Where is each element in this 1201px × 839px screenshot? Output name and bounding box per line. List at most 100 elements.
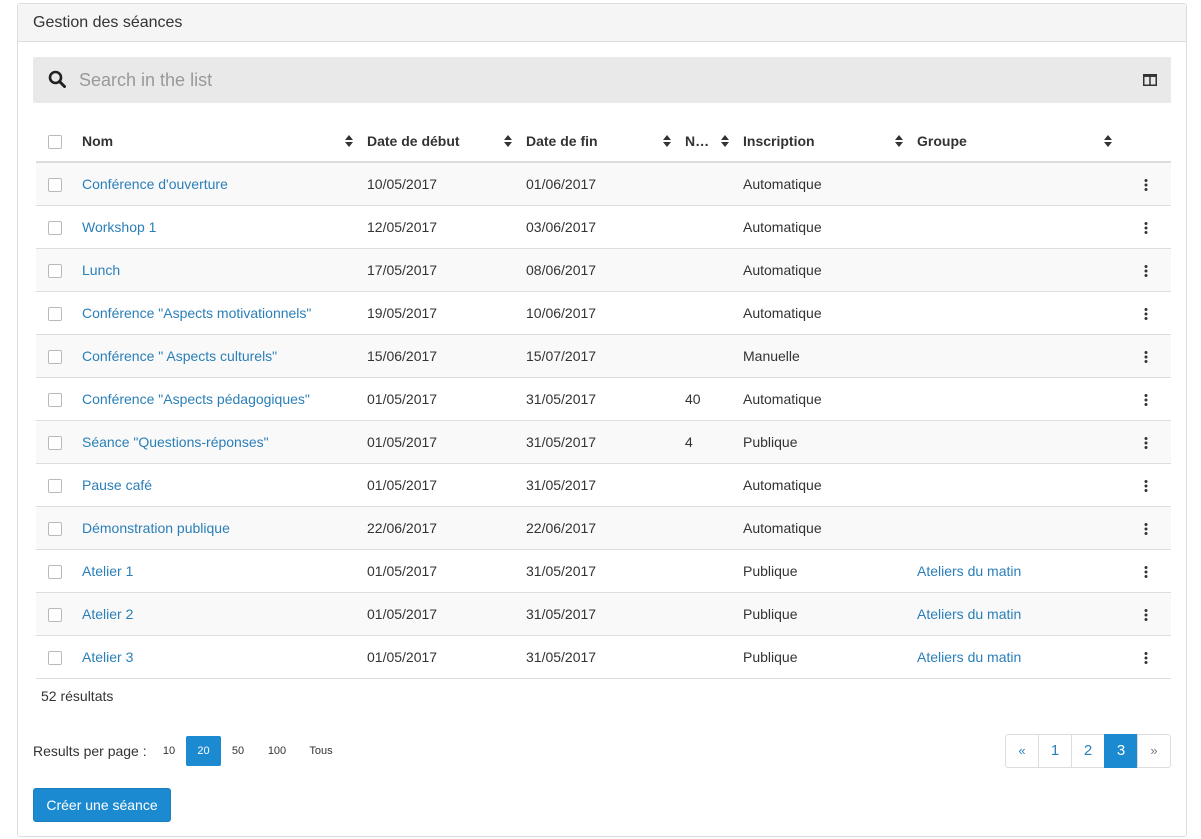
column-header-date-fin[interactable]: Date de fin — [520, 120, 679, 163]
end-date: 03/06/2017 — [520, 204, 679, 248]
pagination: « 1 2 3 » — [1005, 734, 1171, 768]
sort-icon[interactable] — [721, 135, 729, 147]
search-input[interactable] — [77, 65, 1117, 95]
column-header-groupe[interactable]: Groupe — [911, 120, 1120, 163]
start-date: 17/05/2017 — [361, 247, 520, 291]
kebab-menu-icon[interactable] — [1141, 565, 1151, 579]
kebab-menu-icon[interactable] — [1141, 608, 1151, 622]
kebab-menu-icon[interactable] — [1141, 307, 1151, 321]
n-value — [679, 204, 737, 248]
table-body: Conférence d'ouverture 10/05/2017 01/06/… — [36, 161, 1171, 679]
session-name-link[interactable]: Conférence "Aspects pédagogiques" — [82, 391, 310, 407]
row-checkbox[interactable] — [48, 521, 62, 536]
table-row: Conférence " Aspects culturels" 15/06/20… — [36, 333, 1171, 377]
end-date: 31/05/2017 — [520, 419, 679, 463]
inscription-value: Automatique — [737, 376, 911, 420]
column-label: Groupe — [917, 132, 967, 149]
sort-icon[interactable] — [663, 135, 671, 147]
row-checkbox[interactable] — [48, 306, 62, 321]
kebab-menu-icon[interactable] — [1141, 350, 1151, 364]
session-name-link[interactable]: Séance "Questions-réponses" — [82, 434, 269, 450]
per-page-option-10[interactable]: 10 — [159, 736, 179, 766]
create-session-button[interactable]: Créer une séance — [33, 788, 171, 822]
table-row: Séance "Questions-réponses" 01/05/2017 3… — [36, 419, 1171, 463]
group-link[interactable]: Ateliers du matin — [917, 563, 1021, 579]
pagination-prev[interactable]: « — [1005, 734, 1039, 768]
row-checkbox[interactable] — [48, 650, 62, 665]
pagination-page-1[interactable]: 1 — [1038, 734, 1072, 768]
session-name-link[interactable]: Conférence "Aspects motivationnels" — [82, 305, 311, 321]
group-link[interactable]: Ateliers du matin — [917, 606, 1021, 622]
row-checkbox[interactable] — [48, 177, 62, 192]
row-checkbox[interactable] — [48, 220, 62, 235]
column-label: Date de fin — [526, 132, 598, 149]
start-date: 15/06/2017 — [361, 333, 520, 377]
row-checkbox[interactable] — [48, 263, 62, 278]
session-name-link[interactable]: Conférence " Aspects culturels" — [82, 348, 277, 364]
kebab-menu-icon[interactable] — [1141, 479, 1151, 493]
start-date: 01/05/2017 — [361, 419, 520, 463]
columns-icon[interactable] — [1143, 74, 1157, 86]
session-name-link[interactable]: Pause café — [82, 477, 152, 493]
session-name-link[interactable]: Lunch — [82, 262, 120, 278]
inscription-value: Automatique — [737, 290, 911, 334]
inscription-value: Automatique — [737, 505, 911, 549]
session-name-link[interactable]: Démonstration publique — [82, 520, 230, 536]
sort-icon[interactable] — [1104, 135, 1112, 147]
session-name-link[interactable]: Atelier 1 — [82, 563, 133, 579]
kebab-menu-icon[interactable] — [1141, 522, 1151, 536]
n-value: 40 — [679, 376, 737, 420]
panel-title: Gestion des séances — [18, 4, 1186, 42]
inscription-value: Automatique — [737, 161, 911, 205]
row-checkbox[interactable] — [48, 435, 62, 450]
session-name-link[interactable]: Atelier 3 — [82, 649, 133, 665]
column-header-inscription[interactable]: Inscription — [737, 120, 911, 163]
column-header-date-debut[interactable]: Date de début — [361, 120, 520, 163]
column-header-n[interactable]: N… — [679, 120, 737, 163]
results-count: 52 résultats — [41, 688, 114, 704]
select-all-checkbox[interactable] — [48, 134, 62, 149]
n-value — [679, 591, 737, 635]
kebab-menu-icon[interactable] — [1141, 178, 1151, 192]
per-page-option-100[interactable]: 100 — [262, 736, 292, 766]
start-date: 01/05/2017 — [361, 548, 520, 592]
end-date: 31/05/2017 — [520, 548, 679, 592]
sort-icon[interactable] — [345, 135, 353, 147]
end-date: 31/05/2017 — [520, 634, 679, 679]
row-checkbox[interactable] — [48, 478, 62, 493]
sessions-panel: Gestion des séances Nom Da — [17, 3, 1187, 837]
per-page-option-20[interactable]: 20 — [186, 736, 221, 766]
kebab-menu-icon[interactable] — [1141, 651, 1151, 665]
column-label: N… — [685, 132, 710, 149]
start-date: 01/05/2017 — [361, 634, 520, 679]
n-value — [679, 634, 737, 679]
row-checkbox[interactable] — [48, 564, 62, 579]
sort-icon[interactable] — [504, 135, 512, 147]
session-name-link[interactable]: Conférence d'ouverture — [82, 176, 228, 192]
kebab-menu-icon[interactable] — [1141, 264, 1151, 278]
session-name-link[interactable]: Atelier 2 — [82, 606, 133, 622]
kebab-menu-icon[interactable] — [1141, 393, 1151, 407]
end-date: 31/05/2017 — [520, 591, 679, 635]
row-checkbox[interactable] — [48, 392, 62, 407]
pagination-next[interactable]: » — [1137, 734, 1171, 768]
select-all-cell — [36, 120, 76, 163]
kebab-menu-icon[interactable] — [1141, 221, 1151, 235]
session-name-link[interactable]: Workshop 1 — [82, 219, 156, 235]
per-page-option-50[interactable]: 50 — [227, 736, 249, 766]
row-checkbox[interactable] — [48, 349, 62, 364]
pagination-page-2[interactable]: 2 — [1071, 734, 1105, 768]
group-link[interactable]: Ateliers du matin — [917, 649, 1021, 665]
row-checkbox[interactable] — [48, 607, 62, 622]
end-date: 31/05/2017 — [520, 462, 679, 506]
n-value — [679, 462, 737, 506]
pagination-page-3[interactable]: 3 — [1104, 734, 1138, 768]
table-row: Atelier 3 01/05/2017 31/05/2017 Publique… — [36, 634, 1171, 679]
sort-icon[interactable] — [895, 135, 903, 147]
end-date: 22/06/2017 — [520, 505, 679, 549]
column-header-nom[interactable]: Nom — [76, 120, 361, 163]
actions-header — [1120, 120, 1171, 163]
per-page-option-tous[interactable]: Tous — [304, 736, 338, 766]
kebab-menu-icon[interactable] — [1141, 436, 1151, 450]
table-row: Conférence "Aspects motivationnels" 19/0… — [36, 290, 1171, 334]
